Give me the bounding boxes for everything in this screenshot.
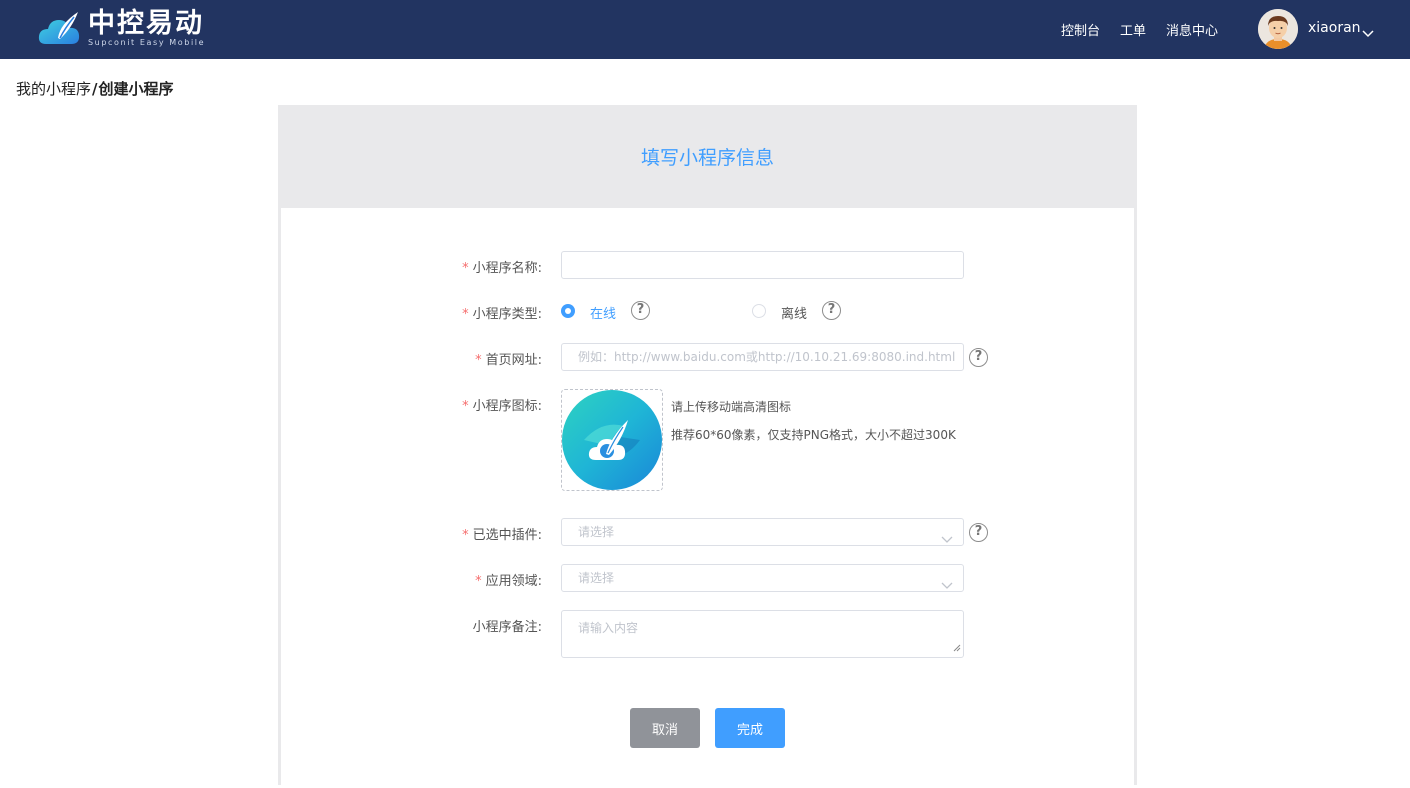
domain-label: * 应用领域: [475, 574, 542, 589]
cloud-logo-icon [38, 8, 84, 48]
breadcrumb: 我的小程序/创建小程序 [16, 78, 174, 99]
domain-select[interactable]: 请选择 [561, 564, 964, 592]
homepage-url-input[interactable]: 例如：http://www.baidu.com或http://10.10.21.… [561, 343, 964, 371]
required-mark: * [462, 399, 469, 414]
done-button[interactable]: 完成 [715, 708, 785, 748]
user-avatar-icon [1258, 9, 1298, 49]
chevron-down-icon [941, 573, 953, 591]
radio-offline-label[interactable]: 离线 [781, 303, 807, 322]
radio-online[interactable] [561, 304, 575, 318]
help-icon-type-online[interactable]: ? [631, 301, 650, 320]
brand-subtitle: Supconit Easy Mobile [88, 37, 206, 47]
required-mark: * [462, 307, 469, 322]
type-label: * 小程序类型: [462, 307, 542, 322]
plugins-select[interactable]: 请选择 [561, 518, 964, 546]
domain-select-placeholder: 请选择 [578, 571, 615, 585]
breadcrumb-separator: / [92, 80, 98, 98]
help-icon-type-offline[interactable]: ? [822, 301, 841, 320]
resize-handle-icon[interactable] [953, 641, 961, 655]
icon-uploader[interactable] [561, 389, 663, 491]
icon-label: * 小程序图标: [462, 399, 542, 414]
create-miniapp-card: 填写小程序信息 * 小程序名称: * 小程序类型: 在线 ? 离线 ? * 首页网址:… [278, 105, 1137, 788]
help-icon-plugins[interactable]: ? [969, 523, 988, 542]
icon-hint-1: 请上传移动端高清图标 [671, 400, 792, 414]
chevron-down-icon [941, 527, 953, 545]
user-name[interactable]: xiaoran [1308, 20, 1361, 36]
required-mark: * [462, 261, 469, 276]
breadcrumb-parent[interactable]: 我的小程序 [16, 80, 91, 98]
nav-console[interactable]: 控制台 [1061, 20, 1100, 39]
name-input[interactable] [561, 251, 964, 279]
nav-workorder[interactable]: 工单 [1120, 20, 1146, 39]
required-mark: * [475, 574, 482, 589]
help-icon-url[interactable]: ? [969, 348, 988, 367]
miniapp-icon-preview [562, 390, 662, 490]
avatar[interactable] [1258, 9, 1298, 49]
plugins-select-placeholder: 请选择 [578, 525, 615, 539]
card-header: 填写小程序信息 [278, 105, 1137, 208]
top-navbar: 中控易动 Supconit Easy Mobile 控制台 工单 消息中心 xi… [0, 0, 1410, 59]
name-label: * 小程序名称: [462, 261, 542, 276]
radio-online-label[interactable]: 在线 [590, 303, 616, 322]
cancel-button[interactable]: 取消 [630, 708, 700, 748]
chevron-down-icon[interactable] [1362, 23, 1374, 42]
breadcrumb-current: 创建小程序 [98, 80, 174, 98]
icon-hint-2: 推荐60*60像素，仅支持PNG格式，大小不超过300K [671, 428, 956, 442]
remark-textarea[interactable]: 请输入内容 [561, 610, 964, 658]
brand-logo[interactable]: 中控易动 Supconit Easy Mobile [38, 6, 205, 50]
required-mark: * [475, 353, 482, 368]
remark-placeholder: 请输入内容 [578, 621, 639, 635]
url-label: * 首页网址: [475, 353, 542, 368]
remark-label: 小程序备注: [472, 620, 542, 635]
card-title: 填写小程序信息 [640, 147, 774, 169]
required-mark: * [462, 528, 469, 543]
plugins-label: * 已选中插件: [462, 528, 542, 543]
brand-title: 中控易动 [88, 7, 204, 39]
nav-message-center[interactable]: 消息中心 [1166, 20, 1218, 39]
radio-offline[interactable] [752, 304, 766, 318]
form-body: * 小程序名称: * 小程序类型: 在线 ? 离线 ? * 首页网址: 例如：http… [281, 208, 1134, 788]
